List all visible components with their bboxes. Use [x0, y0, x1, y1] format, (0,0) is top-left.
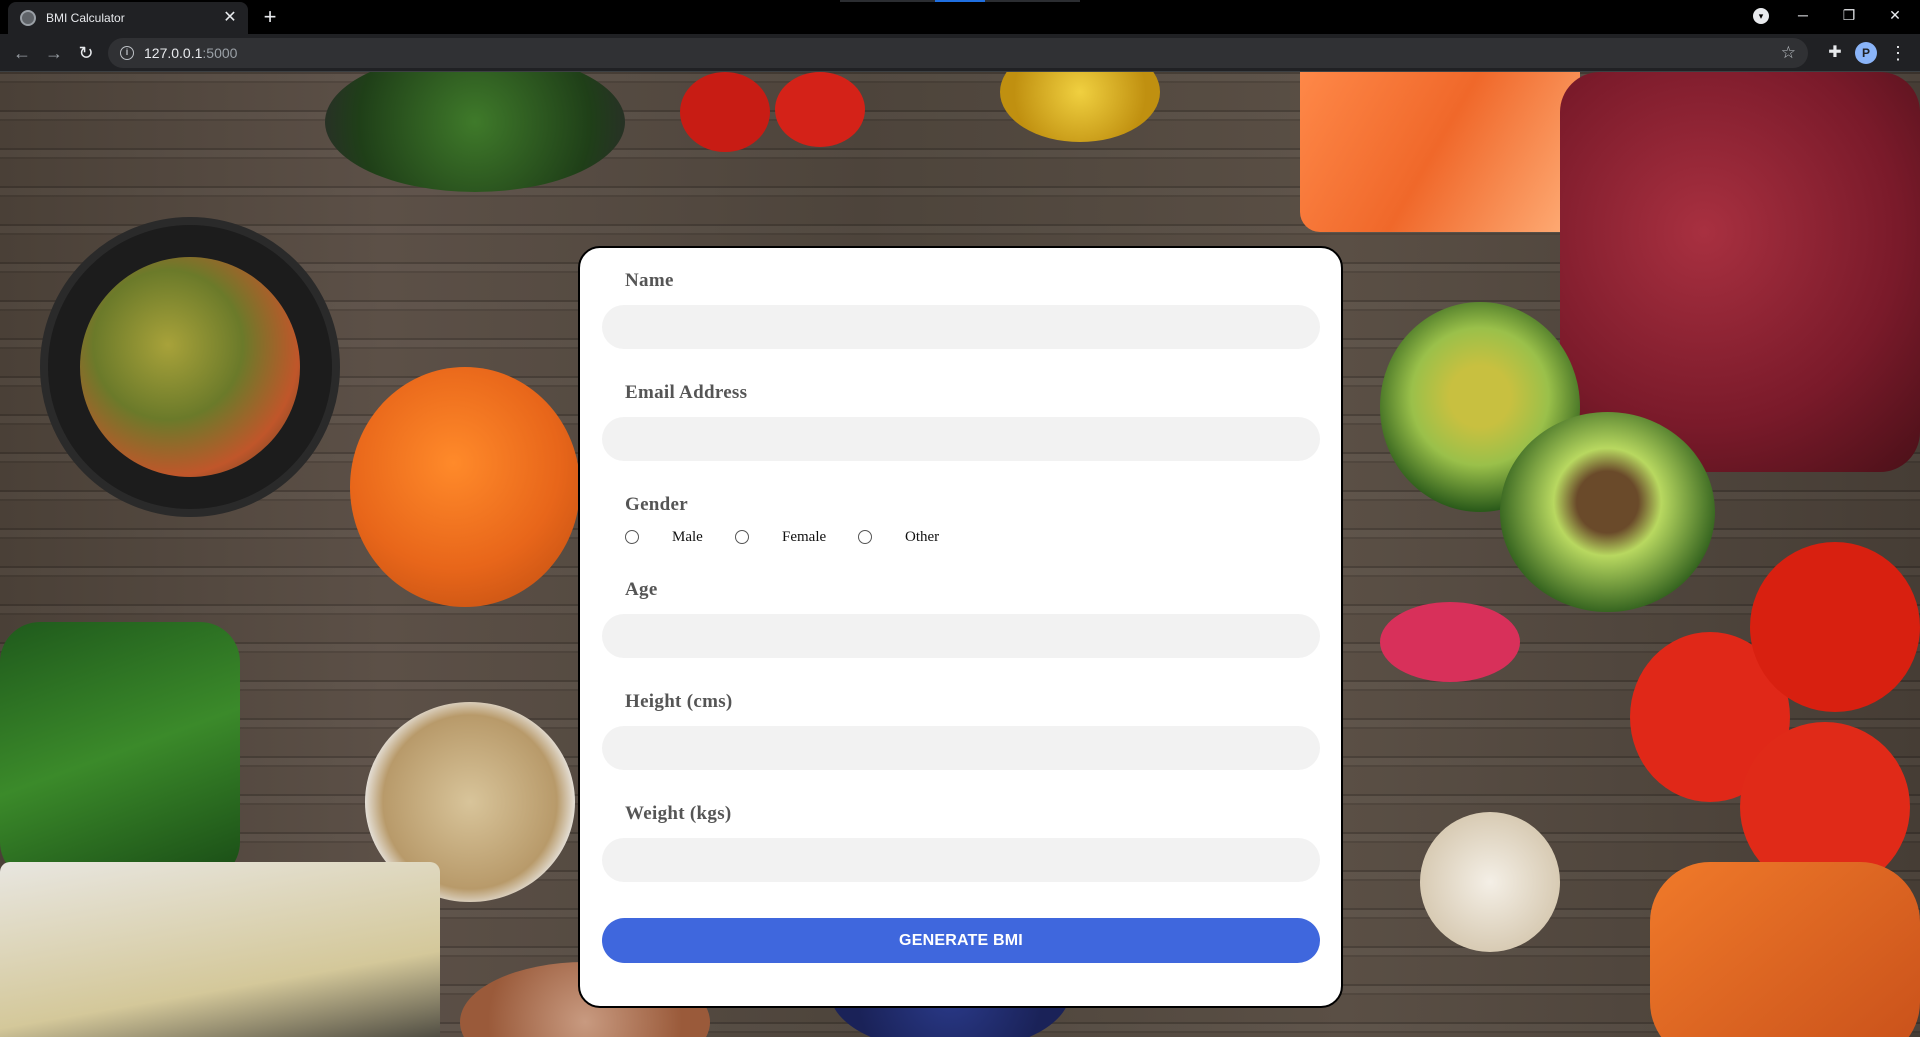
weight-input[interactable]: [602, 838, 1320, 882]
browser-tab-bar: BMI Calculator ✕ + ▾ ─ ❐ ✕: [0, 0, 1920, 34]
browser-tab[interactable]: BMI Calculator ✕: [8, 2, 248, 34]
gender-other-radio[interactable]: [858, 530, 872, 544]
gender-female-label: Female: [782, 529, 827, 545]
generate-bmi-button[interactable]: GENERATE BMI: [602, 918, 1320, 963]
avatar[interactable]: P: [1855, 42, 1877, 64]
url-port: :5000: [202, 45, 238, 61]
name-label: Name: [625, 270, 674, 291]
kebab-menu-icon[interactable]: ⋮: [1886, 41, 1910, 65]
gender-male-radio[interactable]: [625, 530, 639, 544]
reload-icon[interactable]: ↻: [74, 41, 98, 65]
email-label: Email Address: [625, 382, 748, 403]
forward-arrow-icon[interactable]: →: [42, 41, 66, 65]
close-window-icon[interactable]: ✕: [1872, 0, 1918, 30]
bmi-form-card: Name Email Address Gender Male Female Ot…: [578, 246, 1343, 1008]
address-bar[interactable]: i 127.0.0.1:5000 ☆: [108, 38, 1808, 68]
tab-title: BMI Calculator: [46, 11, 125, 25]
info-icon[interactable]: i: [120, 46, 134, 60]
tab-close-icon[interactable]: ✕: [220, 8, 240, 28]
name-input[interactable]: [602, 305, 1320, 349]
minimize-icon[interactable]: ─: [1780, 0, 1826, 30]
star-icon[interactable]: ☆: [1781, 43, 1796, 63]
gender-other-label: Other: [905, 529, 940, 545]
age-input[interactable]: [602, 614, 1320, 658]
restore-icon[interactable]: ❐: [1826, 0, 1872, 30]
favicon-icon: [20, 10, 36, 26]
tab-strip-indicator-active: [935, 0, 985, 2]
back-arrow-icon[interactable]: ←: [10, 41, 34, 65]
gender-male-label: Male: [672, 529, 703, 545]
chrome-profile-dropdown-icon[interactable]: ▾: [1753, 8, 1769, 24]
extensions-icon[interactable]: ✚: [1823, 41, 1847, 65]
weight-label: Weight (kgs): [625, 803, 732, 824]
browser-toolbar: ← → ↻ i 127.0.0.1:5000 ☆ ✚ P ⋮: [0, 34, 1920, 72]
new-tab-icon[interactable]: +: [258, 6, 282, 30]
age-label: Age: [625, 579, 658, 600]
email-input[interactable]: [602, 417, 1320, 461]
height-label: Height (cms): [625, 691, 733, 712]
url-text: 127.0.0.1:5000: [144, 45, 237, 61]
page-viewport: Name Email Address Gender Male Female Ot…: [0, 72, 1920, 1037]
height-input[interactable]: [602, 726, 1320, 770]
url-host: 127.0.0.1: [144, 45, 203, 61]
gender-female-radio[interactable]: [735, 530, 749, 544]
gender-label: Gender: [625, 494, 689, 515]
